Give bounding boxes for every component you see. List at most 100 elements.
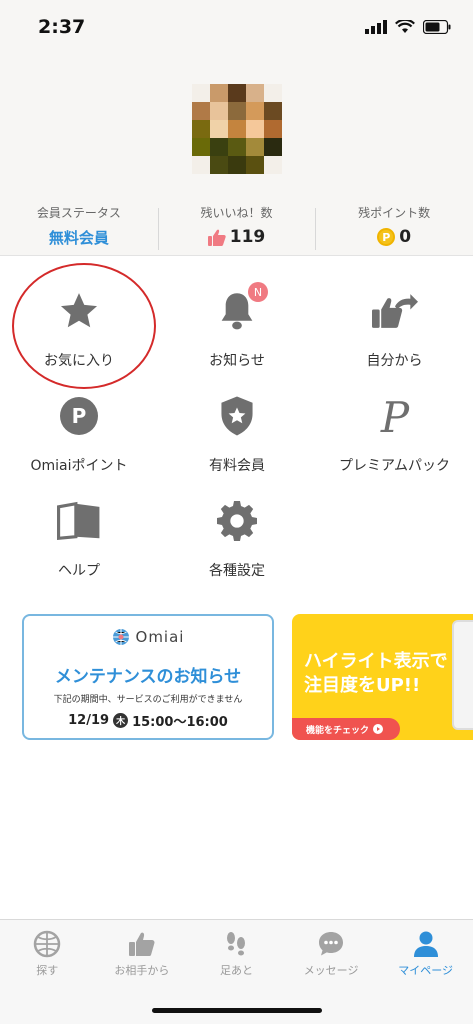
stat-points-label: 残ポイント数 bbox=[358, 206, 431, 220]
menu-item-label: お知らせ bbox=[209, 353, 265, 369]
signal-icon bbox=[365, 20, 387, 34]
footprints-icon bbox=[227, 932, 246, 956]
highlight-title: ハイライト表示で 注目度をUP!! bbox=[304, 650, 448, 698]
highlight-line2: 注目度をUP!! bbox=[304, 675, 421, 696]
tab-label: メッセージ bbox=[303, 964, 359, 977]
omiai-logo-icon bbox=[112, 629, 129, 645]
menu-item-omiai-points[interactable]: P Omiaiポイント bbox=[0, 385, 158, 490]
avatar-pixel bbox=[246, 84, 264, 102]
avatar-pixel bbox=[192, 138, 210, 156]
stat-likes-value: 119 bbox=[229, 227, 266, 247]
menu-item-label: ヘルプ bbox=[58, 563, 100, 579]
maintenance-day: 木 bbox=[113, 713, 129, 728]
maintenance-description: 下記の期間中、サービスのご利用ができません bbox=[53, 695, 243, 705]
menu-item-paid-membership[interactable]: 有料会員 bbox=[158, 385, 316, 490]
new-badge: N bbox=[248, 282, 268, 302]
maintenance-schedule: 12/19 木 15:00〜16:00 bbox=[24, 711, 272, 730]
avatar-pixel bbox=[264, 102, 282, 120]
highlight-line1: ハイライト表示で bbox=[304, 651, 448, 672]
banner-carousel[interactable]: Omiai メンテナンスのお知らせ 下記の期間中、サービスのご利用ができません … bbox=[22, 614, 473, 742]
status-icons bbox=[365, 20, 451, 34]
avatar-pixel bbox=[192, 102, 210, 120]
point-icon: P bbox=[56, 393, 102, 439]
play-icon bbox=[373, 724, 384, 734]
premium-p-icon: P bbox=[372, 393, 418, 439]
thumbs-up-icon bbox=[207, 229, 226, 246]
avatar-pixel bbox=[210, 156, 228, 174]
tab-label: 足あと bbox=[219, 964, 253, 977]
tab-search[interactable]: 探す bbox=[0, 920, 95, 1024]
tab-my-page[interactable]: マイページ bbox=[378, 920, 473, 1024]
wifi-icon bbox=[395, 20, 415, 33]
avatar-pixel bbox=[264, 120, 282, 138]
menu-item-notifications[interactable]: N お知らせ bbox=[158, 280, 316, 385]
maintenance-date: 12/19 bbox=[68, 713, 110, 728]
maintenance-brand: Omiai bbox=[24, 628, 272, 646]
stat-membership-value[interactable]: 無料会員 bbox=[0, 227, 158, 248]
stat-likes: 残いいね！数 119 bbox=[157, 204, 316, 254]
menu-item-label: プレミアムパック bbox=[338, 458, 451, 474]
avatar-pixel bbox=[228, 156, 246, 174]
stat-likes-label: 残いいね！数 bbox=[200, 206, 273, 220]
stat-points: 残ポイント数 P 0 bbox=[315, 204, 473, 254]
avatar-pixel bbox=[264, 84, 282, 102]
shield-star-icon bbox=[214, 393, 260, 439]
stat-membership-label: 会員ステータス bbox=[36, 206, 121, 220]
point-glyph: P bbox=[72, 404, 87, 428]
avatar[interactable] bbox=[192, 84, 282, 174]
tab-label: 探す bbox=[36, 964, 59, 977]
highlight-cta-label: 機能をチェック bbox=[306, 725, 370, 736]
avatar-pixel bbox=[246, 138, 264, 156]
brand-name: Omiai bbox=[135, 628, 185, 646]
avatar-pixel bbox=[210, 138, 228, 156]
highlight-banner[interactable]: ハイライト表示で 注目度をUP!! 機能をチェック bbox=[292, 614, 473, 740]
menu-item-settings[interactable]: 各種設定 bbox=[158, 490, 316, 595]
avatar-pixel bbox=[210, 102, 228, 120]
home-indicator bbox=[152, 1008, 322, 1013]
gear-icon bbox=[214, 498, 260, 544]
annotation-circle bbox=[12, 263, 156, 389]
premium-glyph: P bbox=[379, 394, 409, 438]
menu-item-help[interactable]: ヘルプ bbox=[0, 490, 158, 595]
avatar-pixel bbox=[264, 138, 282, 156]
avatar-pixel bbox=[192, 84, 210, 102]
book-icon bbox=[56, 498, 102, 544]
avatar-pixel bbox=[210, 84, 228, 102]
stat-points-value: 0 bbox=[399, 227, 412, 247]
stats-row: 会員ステータス 無料会員 残いいね！数 119 残ポイント数 P 0 bbox=[0, 204, 473, 254]
globe-icon bbox=[34, 930, 61, 958]
person-icon bbox=[413, 931, 438, 957]
bell-icon: N bbox=[214, 282, 268, 334]
thumb-arrow-icon bbox=[371, 288, 418, 334]
avatar-pixel bbox=[228, 102, 246, 120]
avatar-pixel bbox=[228, 120, 246, 138]
menu-item-label: 自分から bbox=[366, 353, 423, 369]
avatar-pixel bbox=[246, 156, 264, 174]
avatar-pixel bbox=[228, 138, 246, 156]
tab-label: お相手から bbox=[114, 964, 170, 977]
menu-item-premium-pack[interactable]: P プレミアムパック bbox=[316, 385, 473, 490]
menu-item-label: 各種設定 bbox=[209, 563, 265, 579]
menu-item-label: 有料会員 bbox=[209, 458, 265, 474]
menu-item-label: Omiaiポイント bbox=[30, 458, 128, 474]
coin-icon: P bbox=[377, 228, 396, 246]
highlight-cta[interactable]: 機能をチェック bbox=[292, 718, 400, 740]
phone-mockup bbox=[452, 620, 473, 730]
status-bar: 2:37 bbox=[0, 0, 473, 58]
menu-item-sent-likes[interactable]: 自分から bbox=[316, 280, 473, 385]
thumbs-up-icon bbox=[128, 932, 155, 956]
profile-header: 会員ステータス 無料会員 残いいね！数 119 残ポイント数 P 0 bbox=[0, 58, 473, 256]
avatar-pixel bbox=[228, 84, 246, 102]
my-page-screen: 2:37 会員ステータス 無料会員 残いいね！数 119 残ポイント数 P 0 … bbox=[0, 0, 473, 1024]
avatar-pixel bbox=[264, 156, 282, 174]
status-time: 2:37 bbox=[38, 16, 86, 38]
chat-icon bbox=[319, 932, 344, 956]
avatar-pixel bbox=[246, 120, 264, 138]
stat-membership: 会員ステータス 無料会員 bbox=[0, 204, 158, 254]
stat-points-value-row: P 0 bbox=[315, 227, 473, 247]
avatar-pixel bbox=[210, 120, 228, 138]
avatar-pixel bbox=[192, 120, 210, 138]
maintenance-banner[interactable]: Omiai メンテナンスのお知らせ 下記の期間中、サービスのご利用ができません … bbox=[22, 614, 274, 740]
battery-icon bbox=[423, 20, 451, 34]
avatar-pixel bbox=[192, 156, 210, 174]
